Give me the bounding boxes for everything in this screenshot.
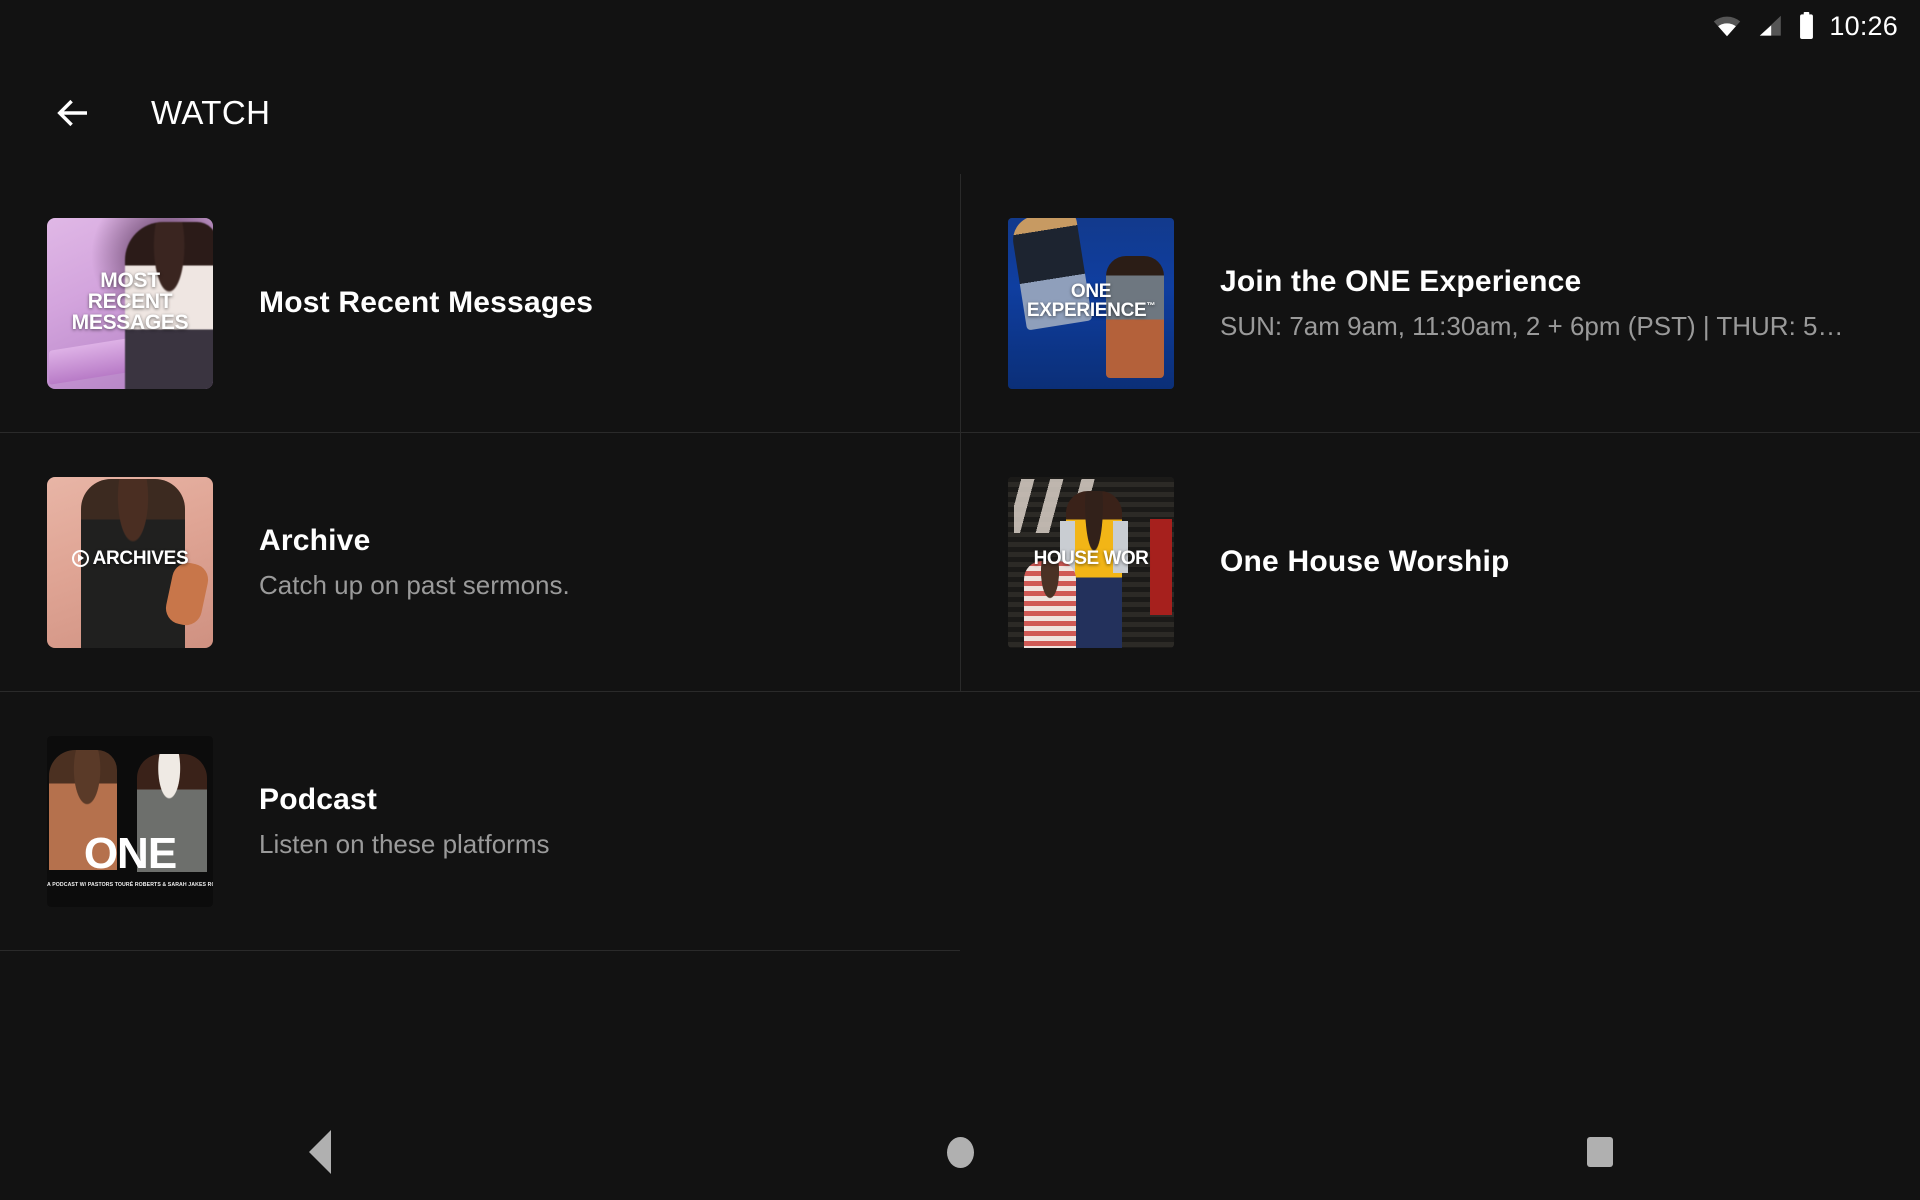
watch-items-grid: MOST RECENT MESSAGES Most Recent Message… bbox=[0, 174, 1920, 951]
list-item-title: Join the ONE Experience bbox=[1220, 264, 1582, 298]
list-item-podcast[interactable]: ONE A PODCAST W/ PASTORS TOURÉ ROBERTS &… bbox=[0, 692, 960, 951]
back-button[interactable] bbox=[43, 83, 103, 143]
list-item-archive[interactable]: ARCHIVES Archive Catch up on past sermon… bbox=[0, 433, 960, 692]
empty-grid-cell bbox=[960, 692, 1920, 951]
status-bar-clock: 10:26 bbox=[1829, 10, 1898, 41]
thumbnail-text-line1: ONE bbox=[83, 828, 177, 878]
circle-home-icon bbox=[946, 1136, 974, 1168]
thumbnail-one-experience: ONE EXPERIENCE™ bbox=[1008, 217, 1174, 389]
thumbnail-text-line1: HOUSE WOR bbox=[1033, 547, 1149, 569]
list-item-title: Archive bbox=[259, 523, 371, 557]
thumbnail-text-line2: EXPERIENCE bbox=[1026, 299, 1147, 321]
page-title: WATCH bbox=[151, 94, 271, 131]
list-item-join-the-one-experience[interactable]: ONE EXPERIENCE™ Join the ONE Experience … bbox=[960, 174, 1920, 433]
battery-icon bbox=[1800, 12, 1814, 40]
android-navigation-bar bbox=[0, 1104, 1920, 1200]
status-bar: 10:26 bbox=[0, 0, 1920, 52]
play-icon bbox=[71, 549, 89, 567]
triangle-back-icon bbox=[309, 1130, 331, 1174]
list-item-most-recent-messages[interactable]: MOST RECENT MESSAGES Most Recent Message… bbox=[0, 174, 960, 433]
thumbnail-archive: ARCHIVES bbox=[47, 476, 213, 648]
trademark-symbol: ™ bbox=[1146, 300, 1156, 311]
thumbnail-caption: A PODCAST W/ PASTORS TOURÉ ROBERTS & SAR… bbox=[47, 881, 213, 888]
list-item-title: One House Worship bbox=[1220, 545, 1510, 578]
app-bar: WATCH bbox=[0, 52, 1920, 174]
list-item-title: Most Recent Messages bbox=[259, 286, 594, 319]
cellular-signal-icon bbox=[1760, 15, 1782, 36]
thumbnail-text-line1: ARCHIVES bbox=[92, 547, 189, 569]
thumbnail-text-line1: ONE bbox=[1070, 280, 1112, 302]
thumbnail-most-recent-messages: MOST RECENT MESSAGES bbox=[47, 217, 213, 389]
list-item-subtitle: Listen on these platforms bbox=[259, 828, 550, 859]
list-item-one-house-worship[interactable]: HOUSE WOR One House Worship bbox=[960, 433, 1920, 692]
wifi-icon bbox=[1714, 16, 1741, 37]
thumbnail-text-line2: RECENT bbox=[87, 289, 173, 313]
nav-recents-button[interactable] bbox=[1540, 1104, 1660, 1200]
thumbnail-text-line3: MESSAGES bbox=[71, 311, 189, 335]
list-item-subtitle: Catch up on past sermons. bbox=[259, 569, 570, 600]
nav-home-button[interactable] bbox=[900, 1104, 1020, 1200]
back-arrow-icon bbox=[57, 99, 87, 127]
thumbnail-text-line1: MOST bbox=[100, 268, 160, 292]
square-recents-icon bbox=[1587, 1137, 1613, 1167]
list-item-subtitle: SUN: 7am 9am, 11:30am, 2 + 6pm (PST) | T… bbox=[1220, 310, 1844, 341]
thumbnail-podcast: ONE A PODCAST W/ PASTORS TOURÉ ROBERTS &… bbox=[47, 735, 213, 907]
thumbnail-one-house-worship: HOUSE WOR bbox=[1008, 476, 1174, 648]
list-item-title: Podcast bbox=[259, 782, 378, 816]
nav-back-button[interactable] bbox=[260, 1104, 380, 1200]
